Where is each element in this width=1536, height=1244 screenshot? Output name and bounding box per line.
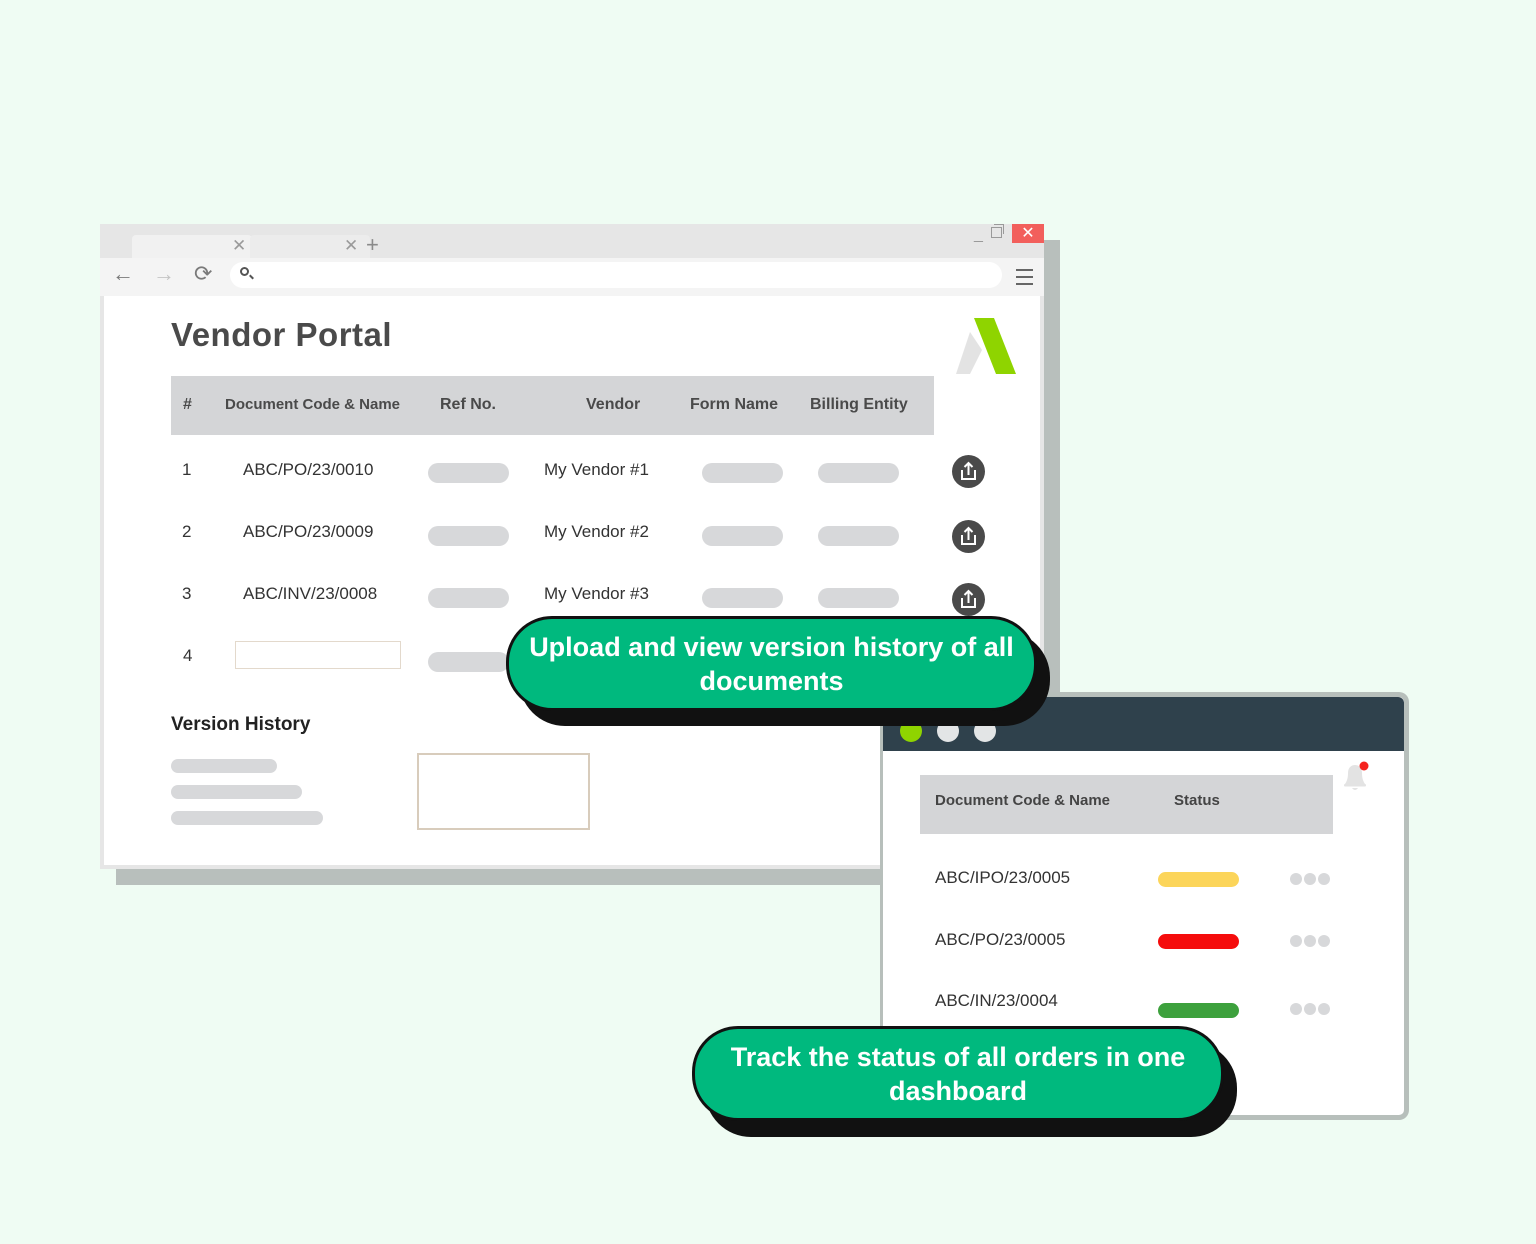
column-header-number: # xyxy=(183,396,192,413)
ref-no-placeholder xyxy=(428,588,509,608)
document-code: ABC/PO/23/0005 xyxy=(935,930,1066,949)
table-header: # Document Code & Name Ref No. Vendor Fo… xyxy=(171,376,934,435)
form-name-placeholder xyxy=(702,588,783,608)
restore-icon[interactable] xyxy=(991,224,1004,238)
row-number: 2 xyxy=(182,522,192,541)
version-preview-box[interactable] xyxy=(417,753,590,830)
upload-feature-callout: Upload and view version history of all d… xyxy=(506,616,1037,711)
document-code: ABC/INV/23/0008 xyxy=(243,584,378,603)
dashboard-table-header: Document Code & Name Status xyxy=(920,775,1333,834)
upload-icon[interactable] xyxy=(952,583,985,616)
vendor-name: My Vendor #1 xyxy=(544,460,649,479)
version-history-line xyxy=(171,785,302,799)
close-tab-1-icon[interactable]: ✕ xyxy=(232,237,246,254)
row-number: 3 xyxy=(182,584,192,603)
more-options-icon[interactable] xyxy=(1290,1002,1334,1015)
document-code: ABC/PO/23/0010 xyxy=(243,460,374,479)
column-header-vendor: Vendor xyxy=(586,396,641,413)
column-header-form-name: Form Name xyxy=(690,396,779,413)
column-header-ref-no: Ref No. xyxy=(440,396,496,413)
minimize-icon[interactable]: _ xyxy=(974,226,983,244)
notification-bell-icon[interactable] xyxy=(1341,759,1371,793)
document-code: ABC/IPO/23/0005 xyxy=(935,868,1071,887)
document-code-input[interactable] xyxy=(235,641,401,669)
more-options-icon[interactable] xyxy=(1290,934,1334,947)
back-arrow-icon[interactable]: ← xyxy=(112,263,134,285)
version-history-title: Version History xyxy=(171,714,311,735)
column-header-status: Status xyxy=(1174,792,1220,809)
search-icon xyxy=(240,267,249,276)
version-history-line xyxy=(171,759,277,773)
status-indicator-green xyxy=(1158,1003,1239,1018)
page-title: Vendor Portal xyxy=(171,316,393,353)
column-header-document-code: Document Code & Name xyxy=(935,792,1111,809)
vendor-name: My Vendor #3 xyxy=(544,584,649,603)
document-code: ABC/PO/23/0009 xyxy=(243,522,374,541)
column-header-document-code: Document Code & Name xyxy=(225,396,401,413)
upload-icon[interactable] xyxy=(952,455,985,488)
vendor-name: My Vendor #2 xyxy=(544,522,649,541)
navigation-bar: ← → ⟳ xyxy=(100,258,1044,296)
billing-entity-placeholder xyxy=(818,588,899,608)
forward-arrow-icon[interactable]: → xyxy=(153,263,175,285)
company-logo-icon xyxy=(956,318,1016,374)
window-close-icon[interactable]: ✕ xyxy=(1012,224,1044,243)
form-name-placeholder xyxy=(702,463,783,483)
address-bar[interactable] xyxy=(230,262,1002,288)
billing-entity-placeholder xyxy=(818,463,899,483)
form-name-placeholder xyxy=(702,526,783,546)
ref-no-placeholder xyxy=(428,652,509,672)
status-indicator-red xyxy=(1158,934,1239,949)
tab-bar: ✕ ✕ + _ ✕ xyxy=(100,224,1044,259)
document-code: ABC/IN/23/0004 xyxy=(935,991,1058,1010)
table-row[interactable]: 3 ABC/INV/23/0008 My Vendor #3 xyxy=(171,574,1001,616)
ref-no-placeholder xyxy=(428,526,509,546)
status-indicator-yellow xyxy=(1158,872,1239,887)
row-number: 1 xyxy=(182,460,192,479)
upload-icon[interactable] xyxy=(952,520,985,553)
more-options-icon[interactable] xyxy=(1290,872,1334,885)
table-row[interactable]: ABC/IN/23/0004 xyxy=(920,985,1340,1025)
billing-entity-placeholder xyxy=(818,526,899,546)
close-tab-2-icon[interactable]: ✕ xyxy=(344,237,358,254)
table-row[interactable]: ABC/IPO/23/0005 xyxy=(920,862,1340,902)
track-feature-callout: Track the status of all orders in one da… xyxy=(692,1026,1224,1121)
new-tab-icon[interactable]: + xyxy=(366,234,379,256)
table-row[interactable]: 2 ABC/PO/23/0009 My Vendor #2 xyxy=(171,513,1001,553)
reload-icon[interactable]: ⟳ xyxy=(194,263,212,285)
menu-icon[interactable] xyxy=(1016,269,1033,290)
column-header-billing-entity: Billing Entity xyxy=(810,396,908,413)
version-history-line xyxy=(171,811,323,825)
row-number: 4 xyxy=(183,646,193,665)
table-row[interactable]: ABC/PO/23/0005 xyxy=(920,924,1340,964)
table-row[interactable]: 1 ABC/PO/23/0010 My Vendor #1 xyxy=(171,452,1001,492)
ref-no-placeholder xyxy=(428,463,509,483)
